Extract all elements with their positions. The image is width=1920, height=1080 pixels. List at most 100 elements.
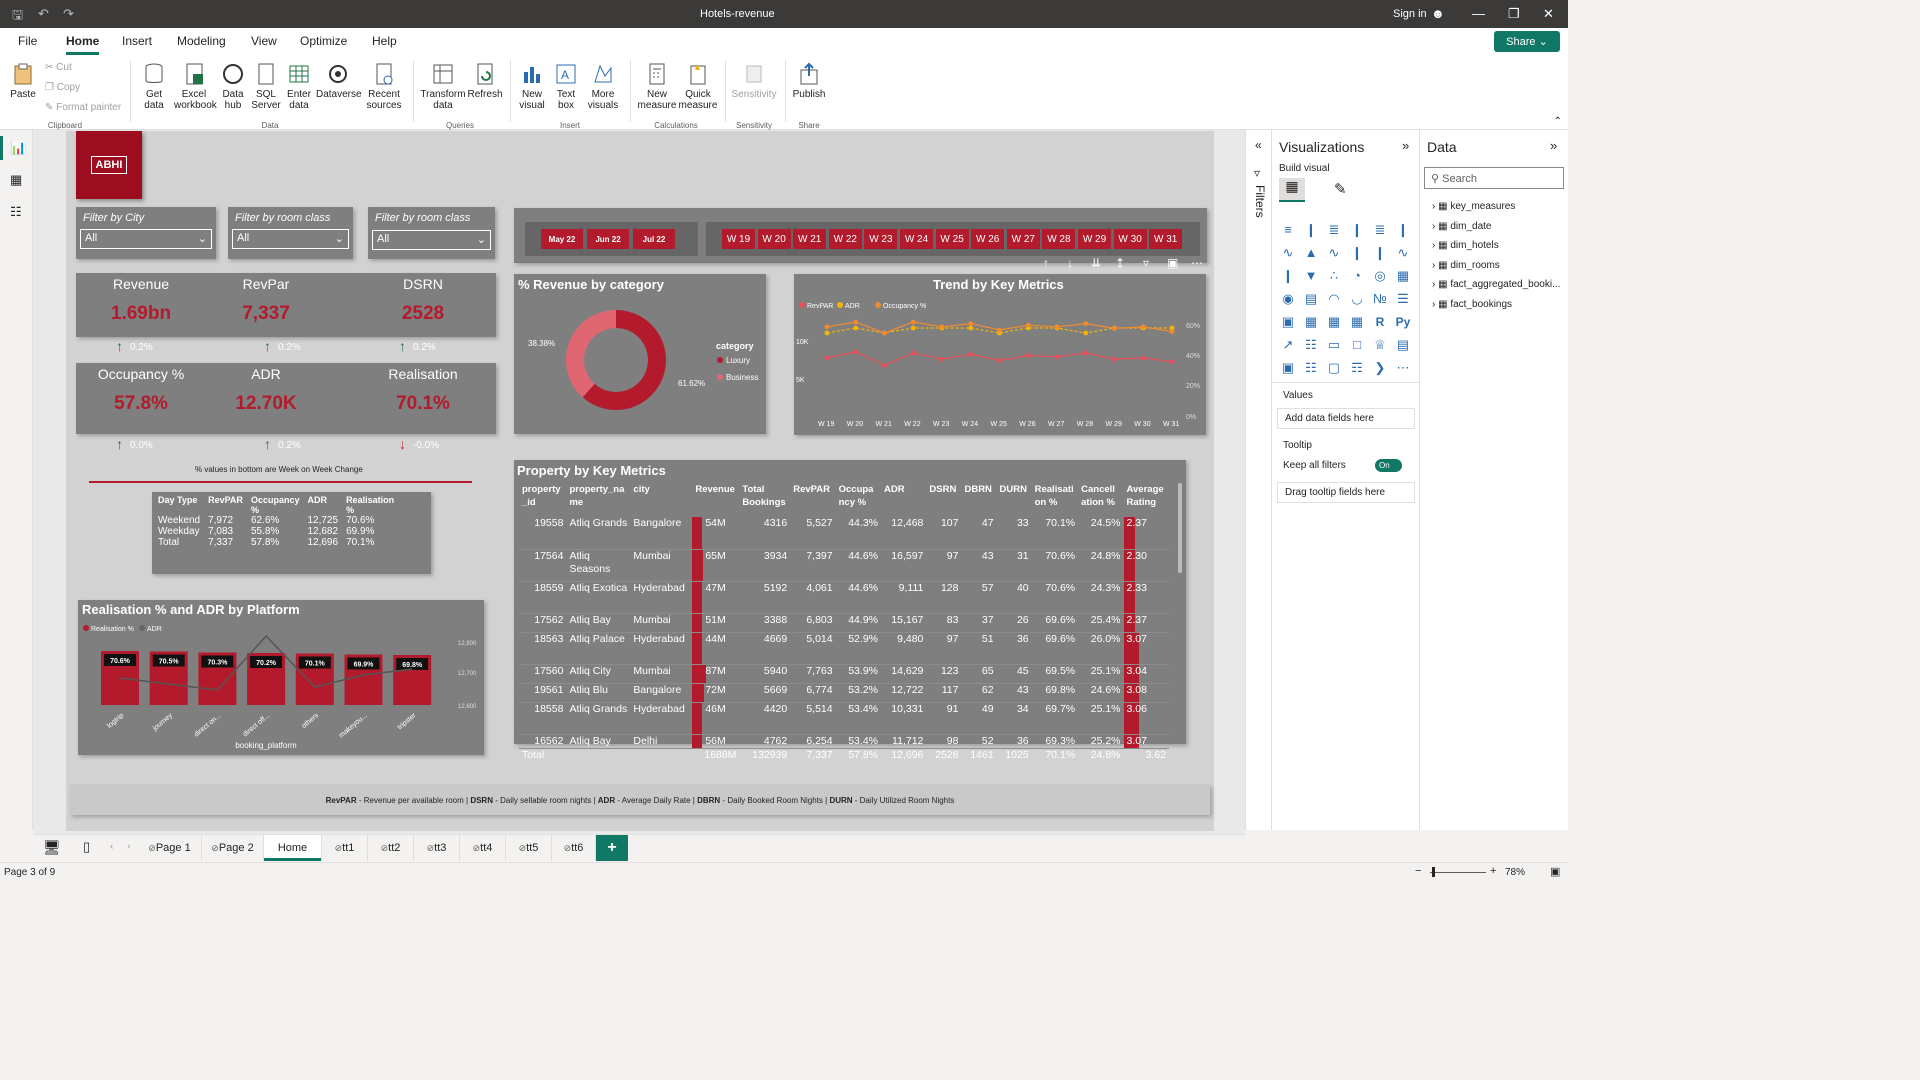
table-header[interactable]: RevPAR <box>204 495 247 515</box>
page-tab[interactable]: ⊘ tt1 <box>322 835 368 861</box>
model-view-icon[interactable]: ☷ <box>10 204 22 220</box>
zoom-in-icon[interactable]: + <box>1490 865 1496 877</box>
waterfall-icon[interactable]: ❙ <box>1280 269 1296 283</box>
desktop-layout-icon[interactable]: 🖥 <box>43 839 61 856</box>
publish-button[interactable]: Publish <box>791 62 827 100</box>
data-point[interactable] <box>968 321 974 326</box>
data-point[interactable] <box>1112 356 1117 362</box>
drill-down-icon[interactable]: ↓ <box>1067 256 1073 270</box>
table-row[interactable]: 19558 Atliq Grands Bangalore 54M 4316 5,527 44… <box>519 517 1169 549</box>
data-search-input[interactable]: ⚲ Search <box>1424 167 1564 189</box>
map-icon[interactable]: ◉ <box>1280 292 1296 306</box>
data-point[interactable] <box>1083 321 1089 326</box>
python-icon[interactable]: Py <box>1395 315 1411 329</box>
city-slicer-dropdown[interactable]: All ⌄ <box>80 229 212 249</box>
table-header[interactable]: ADR <box>881 483 926 517</box>
menu-file[interactable]: File <box>18 34 37 48</box>
week-chip[interactable]: W 20 <box>757 229 791 249</box>
month-chip[interactable]: Jul 22 <box>633 229 675 249</box>
data-point[interactable] <box>1054 324 1060 330</box>
menu-view[interactable]: View <box>251 34 277 48</box>
keep-filters-toggle[interactable]: On <box>1375 459 1402 472</box>
paste-button[interactable]: Paste <box>8 62 38 100</box>
table-header[interactable]: DBRN <box>961 483 996 517</box>
drill-up-icon[interactable]: ↑ <box>1043 256 1049 270</box>
donut-icon[interactable]: ◎ <box>1372 269 1388 283</box>
table-view-icon[interactable]: ▦ <box>10 172 22 188</box>
fit-page-icon[interactable]: ▣ <box>1550 865 1560 878</box>
line-icon[interactable]: ∿ <box>1280 246 1296 260</box>
data-point[interactable] <box>882 330 887 336</box>
add-page-button[interactable]: + <box>596 835 628 861</box>
goals-icon[interactable]: ♕ <box>1372 338 1388 352</box>
table-header[interactable]: city <box>630 483 692 517</box>
area-icon[interactable]: ▲ <box>1303 246 1319 260</box>
table-scrollbar[interactable] <box>1178 483 1182 573</box>
table-row[interactable]: 18559 Atliq Exotica Hyderabad 47M 5192 4,061 4… <box>519 581 1169 613</box>
automate-icon[interactable]: ☷ <box>1303 361 1319 375</box>
page-tab[interactable]: ⊘ tt4 <box>460 835 506 861</box>
100-column-icon[interactable]: ❙ <box>1395 223 1411 237</box>
table-field-item[interactable]: › ▦ key_measures <box>1432 201 1515 212</box>
table-row[interactable]: 17564 Atliq Seasons Mumbai 65M 3934 7,397 44.6… <box>519 549 1169 581</box>
legend-item[interactable]: Luxury <box>726 356 750 365</box>
data-point[interactable] <box>968 325 974 331</box>
100-bar-icon[interactable]: ≣ <box>1372 223 1388 237</box>
room-class-slicer-2-dropdown[interactable]: All ⌄ <box>372 230 491 250</box>
table-header[interactable]: Occupancy % <box>247 495 304 515</box>
qa-icon[interactable]: ▭ <box>1326 338 1342 352</box>
week-chip[interactable]: W 28 <box>1042 229 1076 249</box>
data-point[interactable] <box>1083 350 1089 356</box>
ribbon-icon[interactable]: ∿ <box>1395 246 1411 260</box>
filled-map-icon[interactable]: ▤ <box>1303 292 1319 306</box>
page-tab[interactable]: Home <box>264 835 322 861</box>
week-chip[interactable]: W 22 <box>828 229 862 249</box>
enter-data-button[interactable]: Enter data <box>284 62 314 111</box>
month-chip[interactable]: Jun 22 <box>587 229 629 249</box>
table-header[interactable]: DSRN <box>926 483 961 517</box>
collapse-icon[interactable]: » <box>1402 138 1409 153</box>
table-field-item[interactable]: › ▦ fact_aggregated_booki... <box>1432 279 1560 290</box>
quick-measure-button[interactable]: Quick measure <box>677 62 719 111</box>
table-row[interactable]: Weekday 7,083 55.8% 12,682 69.9% <box>154 526 402 537</box>
table-icon[interactable]: ▦ <box>1303 315 1319 329</box>
build-visual-tab[interactable]: ▦ <box>1279 178 1305 202</box>
gauge-icon[interactable]: ◠ <box>1326 292 1342 306</box>
data-point[interactable] <box>997 358 1002 363</box>
funnel-icon[interactable]: ▼ <box>1303 269 1319 283</box>
page-tab[interactable]: ⊘ tt5 <box>506 835 552 861</box>
data-point[interactable] <box>939 324 945 330</box>
table-row[interactable]: 19561 Atliq Blu Bangalore 72M 5669 6,774 53.2%… <box>519 683 1169 702</box>
data-point[interactable] <box>968 351 974 357</box>
table-row[interactable]: Weekend 7,972 62.6% 12,725 70.6% <box>154 515 402 526</box>
table-field-item[interactable]: › ▦ dim_date <box>1432 221 1491 232</box>
table-row[interactable]: 17560 Atliq City Mumbai 87M 5940 7,763 53.9% 14… <box>519 664 1169 683</box>
legend-item[interactable]: Realisation % <box>91 626 134 633</box>
sign-in-link[interactable]: Sign in <box>1393 8 1427 20</box>
table-header[interactable]: Occupancy % <box>836 483 881 517</box>
tooltip-well[interactable]: Drag tooltip fields here <box>1277 482 1415 503</box>
next-page-icon[interactable]: › <box>127 841 130 852</box>
week-chip[interactable]: W 19 <box>722 229 755 249</box>
data-point[interactable] <box>824 355 830 361</box>
week-chip[interactable]: W 24 <box>900 229 933 249</box>
data-point[interactable] <box>1169 359 1175 365</box>
table-row[interactable]: 16562 Atliq Bay Delhi 56M 4762 6,254 53.4% 11,7… <box>519 734 1169 748</box>
redo-icon[interactable]: ↷ <box>63 6 74 22</box>
table-header[interactable]: DURN <box>997 483 1032 517</box>
stacked-bar-icon[interactable]: ≡ <box>1280 223 1296 237</box>
slicer-icon[interactable]: ▣ <box>1280 315 1296 329</box>
week-chip[interactable]: W 27 <box>1006 229 1040 249</box>
scatter-icon[interactable]: ∴ <box>1326 269 1342 283</box>
sensitivity-button[interactable]: Sensitivity <box>730 62 778 100</box>
decomposition-icon[interactable]: ☷ <box>1303 338 1319 352</box>
week-chip[interactable]: W 25 <box>935 229 969 249</box>
table-field-item[interactable]: › ▦ dim_hotels <box>1432 240 1499 251</box>
table-header[interactable]: Average Rating <box>1124 483 1169 517</box>
table-header[interactable]: property _id <box>519 483 566 517</box>
minimize-icon[interactable]: — <box>1472 6 1485 21</box>
focus-mode-icon[interactable]: ▣ <box>1167 256 1178 270</box>
table-field-item[interactable]: › ▦ fact_bookings <box>1432 299 1512 310</box>
menu-insert[interactable]: Insert <box>122 34 152 48</box>
data-point[interactable] <box>824 324 830 330</box>
